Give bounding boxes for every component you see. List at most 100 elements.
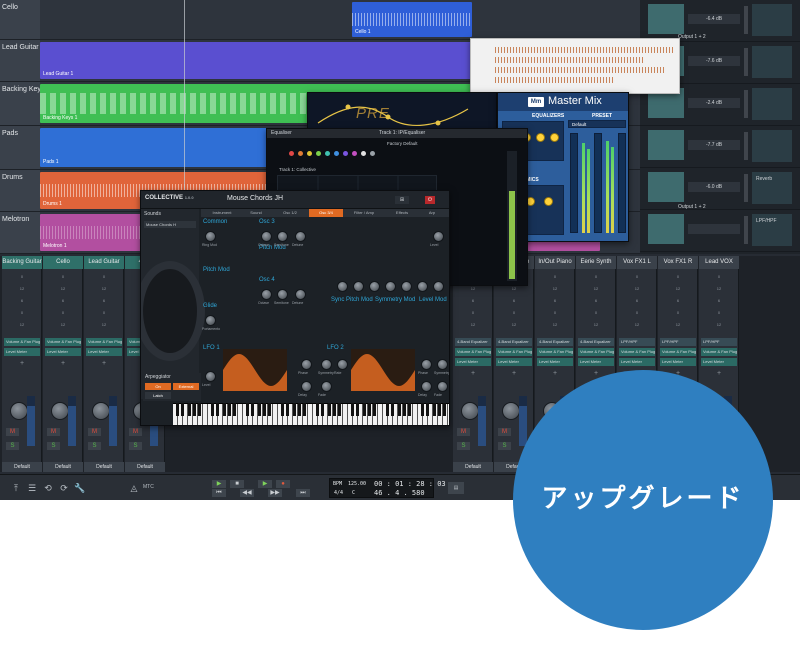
solo-button[interactable]: S bbox=[457, 442, 470, 450]
knob[interactable] bbox=[205, 371, 216, 382]
pan-knob[interactable] bbox=[10, 402, 28, 420]
add-plugin-icon[interactable]: + bbox=[43, 360, 83, 367]
loop-button[interactable]: ▶ bbox=[212, 480, 226, 488]
pan-knob[interactable] bbox=[461, 402, 479, 420]
band-toggle[interactable] bbox=[298, 151, 303, 156]
eq-knob[interactable] bbox=[536, 133, 545, 142]
tab-osc-1-2[interactable]: Osc 1/2 bbox=[273, 209, 307, 217]
knob[interactable] bbox=[277, 289, 288, 300]
rewind-button[interactable]: ◀◀ bbox=[240, 489, 254, 497]
sounds-search-input[interactable]: Mouse Chords H bbox=[144, 221, 196, 228]
tab-osc-3-4[interactable]: Osc 3/4 bbox=[309, 209, 343, 217]
volume-fader[interactable] bbox=[27, 396, 35, 446]
knob[interactable] bbox=[385, 281, 396, 292]
tab-arp[interactable]: Arp bbox=[421, 209, 443, 217]
band-toggle[interactable] bbox=[343, 151, 348, 156]
knob[interactable] bbox=[421, 381, 432, 392]
redo-icon[interactable]: ⟳ bbox=[58, 482, 70, 494]
output-fader[interactable] bbox=[594, 133, 602, 233]
knob[interactable] bbox=[295, 289, 306, 300]
arp-latch-button[interactable]: Latch bbox=[145, 392, 171, 399]
knob[interactable] bbox=[437, 359, 448, 370]
plugin-slot[interactable]: 4-Band Equalizer bbox=[578, 338, 614, 346]
plugin-slot[interactable]: Level Meter bbox=[4, 348, 40, 356]
lfo-waveform[interactable] bbox=[351, 349, 415, 391]
knob[interactable] bbox=[301, 359, 312, 370]
plugin-slot[interactable]: Volume & Fan Plugin bbox=[45, 338, 81, 346]
plugin-slot[interactable]: LPF/HPF bbox=[660, 338, 696, 346]
knob[interactable] bbox=[277, 231, 288, 242]
volume-fader[interactable] bbox=[109, 396, 117, 446]
bpm-value[interactable]: 125.00 bbox=[348, 481, 366, 487]
knob[interactable] bbox=[433, 231, 444, 242]
plugin-slot[interactable]: Level Meter bbox=[86, 348, 122, 356]
output-select[interactable]: Default bbox=[125, 462, 165, 472]
fast-forward-button[interactable]: ▶▶ bbox=[268, 489, 282, 497]
plugin-slot[interactable]: 4-Band Equalizer bbox=[455, 338, 491, 346]
time-signature[interactable]: 4/4 bbox=[334, 490, 343, 496]
knob[interactable] bbox=[261, 231, 272, 242]
solo-button[interactable]: S bbox=[129, 442, 142, 450]
plugin-slot[interactable]: Volume & Fan Plugin bbox=[537, 348, 573, 356]
knob[interactable] bbox=[295, 231, 306, 242]
forward-end-button[interactable]: ⏭ bbox=[296, 489, 310, 497]
knob[interactable] bbox=[433, 281, 444, 292]
mixer-strip[interactable]: Lead Guitar 0 12 6 0 12 Volume & Fan Plugin Lev… bbox=[84, 256, 124, 472]
volume-fader[interactable] bbox=[478, 396, 486, 446]
mute-button[interactable]: M bbox=[457, 428, 470, 436]
add-plugin-icon[interactable]: + bbox=[494, 370, 534, 377]
pan-knob[interactable] bbox=[51, 402, 69, 420]
knob[interactable] bbox=[337, 281, 348, 292]
band-toggle[interactable] bbox=[334, 151, 339, 156]
knob[interactable] bbox=[417, 281, 428, 292]
menu-icon[interactable]: ☰ bbox=[26, 482, 38, 494]
plugin-slot[interactable]: Volume & Fan Plugin bbox=[4, 338, 40, 346]
eq-knob[interactable] bbox=[550, 133, 559, 142]
knob[interactable] bbox=[421, 359, 432, 370]
tab-instrument[interactable]: Instrument bbox=[205, 209, 239, 217]
lfo-waveform[interactable] bbox=[223, 349, 287, 391]
limiter-fader[interactable] bbox=[618, 133, 626, 233]
dynamics-knob[interactable] bbox=[544, 197, 553, 206]
knob[interactable] bbox=[369, 281, 380, 292]
solo-button[interactable]: S bbox=[88, 442, 101, 450]
play-button[interactable]: ▶ bbox=[258, 480, 272, 488]
wrench-icon[interactable]: 🔧 bbox=[74, 482, 86, 494]
band-toggle[interactable] bbox=[370, 151, 375, 156]
knob[interactable] bbox=[321, 359, 332, 370]
input-fader[interactable] bbox=[570, 133, 578, 233]
plugin-slot[interactable]: Volume & Fan Plugin bbox=[619, 348, 655, 356]
export-icon[interactable]: ⤒ bbox=[10, 482, 22, 494]
knob[interactable] bbox=[205, 315, 216, 326]
plugin-slot[interactable]: Level Meter bbox=[701, 358, 737, 366]
output-select[interactable]: Default bbox=[84, 462, 124, 472]
plugin-slot[interactable]: Level Meter bbox=[496, 358, 532, 366]
record-button[interactable]: ● bbox=[276, 480, 290, 488]
arp-on-button[interactable]: On bbox=[145, 383, 171, 390]
plugin-slot[interactable]: Level Meter bbox=[578, 358, 614, 366]
knob[interactable] bbox=[321, 381, 332, 392]
knob[interactable] bbox=[401, 281, 412, 292]
history-icon[interactable]: ⟲ bbox=[42, 482, 54, 494]
output-select[interactable]: Default bbox=[2, 462, 42, 472]
volume-fader[interactable] bbox=[519, 396, 527, 446]
plugin-slot[interactable]: 4-Band Equalizer bbox=[537, 338, 573, 346]
tab-sound[interactable]: Sound bbox=[241, 209, 271, 217]
plugin-slot[interactable]: Volume & Fan Plugin bbox=[496, 348, 532, 356]
plugin-slot[interactable]: Level Meter bbox=[45, 348, 81, 356]
rewind-start-button[interactable]: ⏮ bbox=[212, 489, 226, 497]
mute-button[interactable]: M bbox=[498, 428, 511, 436]
plugin-slot[interactable]: LPF/HPF bbox=[701, 338, 737, 346]
arp-external-button[interactable]: External bbox=[173, 383, 199, 390]
mode-toggle-icon[interactable]: ▤ bbox=[448, 482, 464, 494]
knob[interactable] bbox=[205, 231, 216, 242]
output-select[interactable]: Default bbox=[453, 462, 493, 472]
solo-button[interactable]: S bbox=[498, 442, 511, 450]
band-toggle[interactable] bbox=[289, 151, 294, 156]
save-icon[interactable]: ⊞ bbox=[395, 196, 409, 204]
add-plugin-icon[interactable]: + bbox=[535, 370, 575, 377]
mixer-strip[interactable]: Cello 0 12 6 0 12 Volume & Fan Plugin Level Met… bbox=[43, 256, 83, 472]
stop-button[interactable]: ■ bbox=[230, 480, 244, 488]
preset-select[interactable]: Default bbox=[568, 120, 626, 128]
plugin-slot[interactable]: LPF/HPF bbox=[619, 338, 655, 346]
